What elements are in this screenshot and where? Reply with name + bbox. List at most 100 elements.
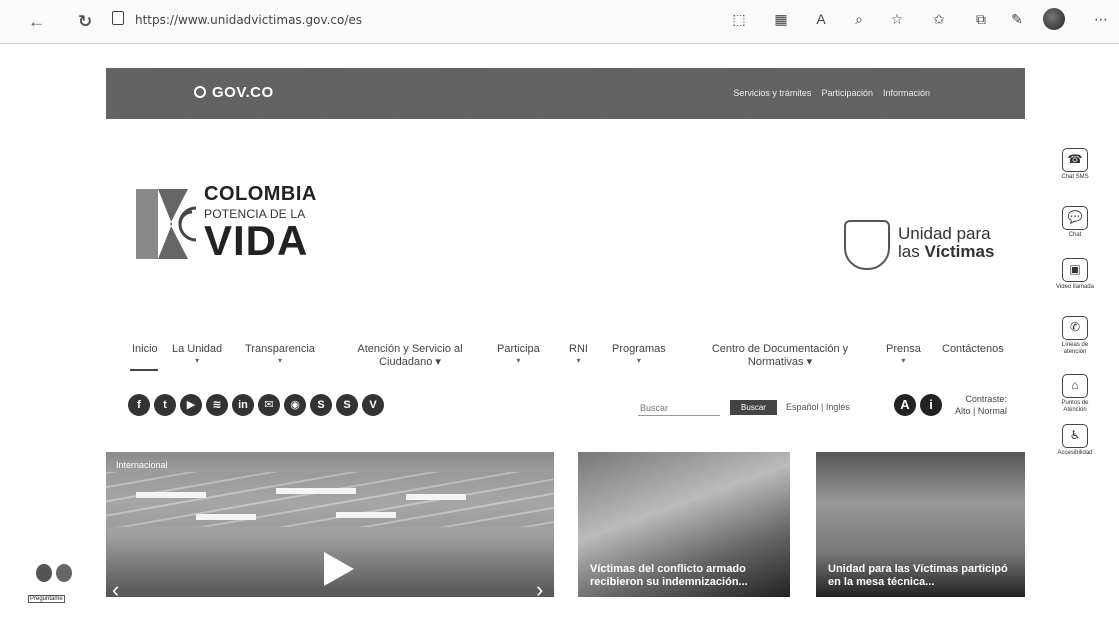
gov-co-label: GOV.CO (212, 84, 274, 101)
news-card[interactable]: Víctimas del conflicto armado recibieron… (578, 452, 790, 597)
menu-label: Centro de Documentación y Normativas ▾ (711, 343, 849, 368)
profile-avatar[interactable] (1043, 8, 1065, 30)
menu-label: Contáctenos (942, 343, 1004, 355)
menu-item-atencion[interactable]: Atención y Servicio al Ciudadano ▾ (348, 343, 472, 369)
side-tool-video-call[interactable]: ▣ Video llamada (1054, 258, 1096, 291)
menu-label: La Unidad (172, 343, 223, 355)
chevron-right-icon[interactable]: › (536, 577, 543, 597)
menu-label: Prensa (886, 343, 921, 355)
reload-icon[interactable]: ↻ (78, 12, 92, 32)
side-tool-label: Puntos de Atención (1061, 400, 1089, 413)
more-menu-icon[interactable]: ⋯ (1092, 10, 1110, 28)
gov-co-logo[interactable]: GOV.CO (194, 84, 274, 101)
vimeo-icon[interactable]: V (362, 394, 384, 416)
colombia-logo-text[interactable]: COLOMBIA POTENCIA DE LA VIDA (204, 183, 317, 264)
accessibility-icon: ♿ (1062, 424, 1088, 448)
menu-label: Participa (497, 343, 540, 355)
chevron-down-icon: ▾ (277, 356, 282, 365)
menu-item-participa[interactable]: Participa ▾ (497, 343, 540, 365)
side-tool-label: Chat SMS (1061, 174, 1089, 180)
facebook-icon[interactable]: f (128, 394, 150, 416)
side-tool-service-points[interactable]: ⌂ Puntos de Atención (1054, 374, 1096, 414)
chat-icon: 💬 (1062, 206, 1088, 230)
twitter-icon[interactable]: t (154, 394, 176, 416)
coat-of-arms-icon (844, 220, 890, 270)
active-menu-underline (130, 369, 158, 371)
side-tool-chat[interactable]: 💬 Chat (1054, 206, 1096, 239)
logo-line3: VIDA (204, 217, 309, 264)
lock-icon[interactable] (112, 11, 124, 25)
extensions-icon[interactable]: ✎ (1008, 10, 1026, 28)
contrast-title: Contraste: (965, 394, 1007, 404)
zoom-icon[interactable]: ⌕ (850, 10, 868, 28)
menu-item-transparencia[interactable]: Transparencia ▾ (245, 343, 315, 365)
chevron-down-icon: ▾ (636, 356, 641, 365)
side-tool-chat-sms[interactable]: ☎ Chat SMS (1054, 148, 1096, 181)
linkedin-icon[interactable]: in (232, 394, 254, 416)
news-hero-slider[interactable]: Internacional ‹ › (106, 452, 554, 597)
language-selector[interactable]: Español | Inglés (786, 402, 850, 412)
location-icon: ⌂ (1062, 374, 1088, 398)
side-tool-label: Video llamada (1056, 284, 1094, 290)
menu-item-inicio[interactable]: Inicio (132, 343, 158, 356)
chevron-down-icon: ▾ (516, 356, 521, 365)
menu-label: Atención y Servicio al Ciudadano ▾ (357, 343, 463, 368)
ceiling-light (276, 488, 356, 494)
video-call-icon: ▣ (1062, 258, 1088, 282)
colombia-emblem-icon (136, 189, 197, 259)
gov-link[interactable]: Participación (821, 88, 873, 98)
contrast-options[interactable]: Alto | Normal (955, 405, 1007, 417)
menu-item-la-unidad[interactable]: La Unidad ▾ (172, 343, 222, 365)
assistant-widget[interactable]: Preguntame (28, 564, 80, 608)
ceiling-light (406, 494, 466, 500)
info-icon[interactable]: i (920, 394, 942, 416)
ceiling-light (136, 492, 206, 498)
news-card-title: Víctimas del conflicto armado recibieron… (590, 563, 748, 588)
menu-label: Transparencia (245, 343, 315, 355)
news-card[interactable]: Unidad para las Víctimas participó en la… (816, 452, 1025, 597)
side-tool-phone-lines[interactable]: ✆ Líneas de atención (1054, 316, 1096, 356)
assistant-label: Preguntame (28, 595, 65, 603)
menu-item-rni[interactable]: RNI ▾ (569, 343, 588, 365)
menu-item-contactenos[interactable]: Contáctenos (942, 343, 1004, 356)
menu-label: RNI (569, 343, 588, 355)
side-tool-accessibility[interactable]: ♿ Accesibilidad (1054, 424, 1096, 457)
search-input[interactable] (638, 400, 720, 416)
spotify-icon[interactable]: ≋ (206, 394, 228, 416)
read-aloud-icon[interactable]: ⬚ (730, 10, 748, 28)
social-links: f t ▶ ≋ in ✉ ◉ S S V (128, 394, 384, 416)
menu-label: Programas (612, 343, 666, 355)
contrast-control: Contraste: Alto | Normal (955, 393, 1007, 417)
gov-link[interactable]: Servicios y trámites (733, 88, 811, 98)
back-arrow-icon[interactable]: ← (28, 12, 45, 32)
gov-link[interactable]: Información (883, 88, 930, 98)
soundcloud-icon[interactable]: S (310, 394, 332, 416)
menu-item-prensa[interactable]: Prensa ▾ (886, 343, 921, 365)
menu-item-programas[interactable]: Programas ▾ (612, 343, 666, 365)
gov-links: Servicios y trámites Participación Infor… (733, 88, 930, 98)
menu-label: Inicio (132, 343, 158, 355)
font-size-icon[interactable]: A (894, 394, 916, 416)
email-icon[interactable]: ✉ (258, 394, 280, 416)
chevron-left-icon[interactable]: ‹ (112, 577, 119, 597)
address-bar[interactable]: https://www.unidadvictimas.gov.co/es (135, 13, 362, 27)
unidad-line2a: las (898, 242, 925, 261)
favorites-icon[interactable]: ✩ (930, 10, 948, 28)
phone-chat-icon: ☎ (1062, 148, 1088, 172)
chevron-down-icon: ▾ (901, 356, 906, 365)
play-icon[interactable] (324, 552, 354, 586)
logo-line1: COLOMBIA (204, 183, 317, 205)
favorite-add-icon[interactable]: ☆ (888, 10, 906, 28)
grid-icon[interactable]: ▦ (772, 10, 790, 28)
hero-category-tag: Internacional (116, 460, 168, 470)
text-size-icon[interactable]: A (812, 10, 830, 28)
collections-icon[interactable]: ⧉ (972, 10, 990, 28)
unidad-victimas-logo[interactable]: Unidad para las Víctimas (898, 225, 994, 261)
menu-item-centro-documentacion[interactable]: Centro de Documentación y Normativas ▾ (706, 343, 854, 369)
youtube-icon[interactable]: ▶ (180, 394, 202, 416)
flickr-icon[interactable]: ◉ (284, 394, 306, 416)
main-menu: Inicio La Unidad ▾ Transparencia ▾ Atenció… (0, 343, 1119, 383)
snapchat-icon[interactable]: S (336, 394, 358, 416)
search-button[interactable]: Buscar (730, 400, 777, 415)
chevron-down-icon: ▾ (576, 356, 581, 365)
